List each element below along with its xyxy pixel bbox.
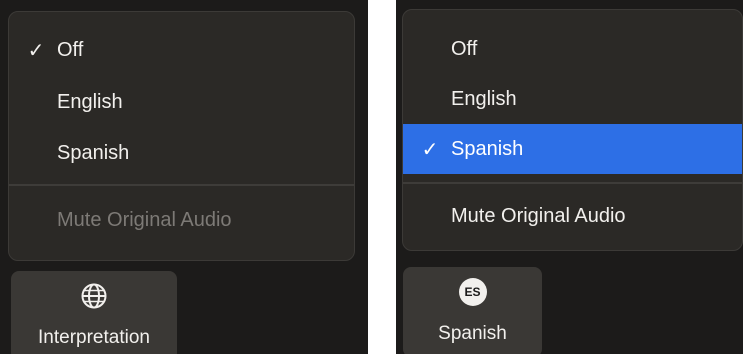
menu-item-english[interactable]: English [9,80,354,124]
menu-item-label: Spanish [57,141,130,164]
globe-icon [81,283,107,309]
menu-item-label: English [57,90,123,113]
interpretation-button[interactable]: Interpretation [11,271,177,354]
menu-item-label: Mute Original Audio [57,208,232,231]
menu-item-label: Off [57,38,84,61]
interpretation-menu: Off English ✓ Spanish Mute Original Audi… [402,9,743,251]
menu-item-off[interactable]: ✓ Off [9,28,354,72]
spanish-channel-button[interactable]: ES Spanish [403,267,542,354]
language-badge: ES [458,278,487,306]
menu-item-english[interactable]: English [403,77,742,121]
menu-item-label: Off [451,37,478,60]
right-panel: Off English ✓ Spanish Mute Original Audi… [396,0,743,354]
menu-divider [403,182,742,184]
check-icon: ✓ [27,39,45,62]
button-label: Interpretation [38,327,150,348]
menu-divider [9,184,354,186]
menu-item-label: Mute Original Audio [451,204,626,227]
left-panel: ✓ Off English Spanish Mute Original Audi… [0,0,368,354]
interpretation-menu: ✓ Off English Spanish Mute Original Audi… [8,11,355,261]
menu-item-spanish[interactable]: Spanish [9,131,354,175]
mute-original-audio-item: Mute Original Audio [9,198,354,242]
menu-item-label: Spanish [451,137,524,160]
menu-item-off[interactable]: Off [403,27,742,71]
button-label: Spanish [438,323,507,344]
mute-original-audio-item[interactable]: Mute Original Audio [403,194,742,238]
menu-item-spanish[interactable]: ✓ Spanish [403,124,742,174]
menu-item-label: English [451,87,517,110]
check-icon: ✓ [421,138,439,161]
